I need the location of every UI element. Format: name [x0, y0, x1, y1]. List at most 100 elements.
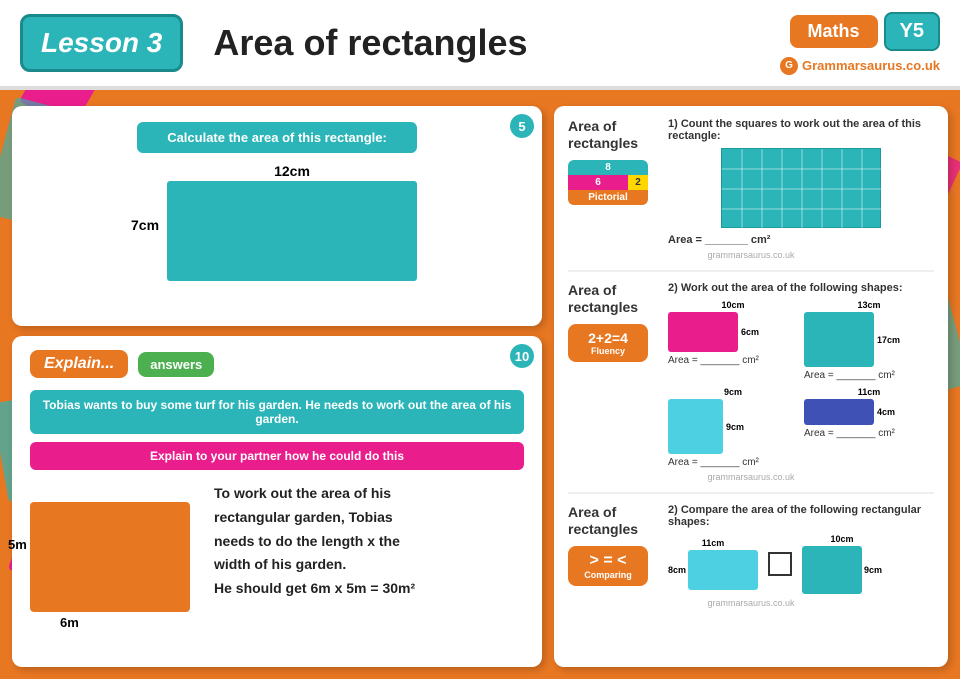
shape3-height: 9cm: [726, 422, 744, 432]
page-title: Area of rectangles: [213, 22, 780, 64]
header-right: Maths Y5 G Grammarsaurus.co.uk: [780, 12, 940, 75]
garden-width-label: 6m: [60, 615, 79, 630]
shape2-area: Area = _______ cm²: [804, 370, 934, 381]
garden-rectangle: [30, 502, 190, 612]
gram-footer-2: grammarsaurus.co.uk: [568, 472, 934, 482]
lesson-badge: Lesson 3: [20, 14, 183, 72]
shape2-width: 13cm: [804, 300, 934, 310]
ws-content-2: 2) Work out the area of the following sh…: [668, 282, 934, 468]
garden-height-label: 5m: [8, 537, 27, 552]
subject-badge: Maths: [790, 15, 878, 48]
rectangle-shape: [167, 181, 417, 281]
compare-shape1-width: 11cm: [668, 538, 758, 548]
compare-shapes: 11cm 8cm 10cm: [668, 534, 934, 594]
ws-question-2: 2) Work out the area of the following sh…: [668, 282, 934, 294]
gram-icon: G: [780, 57, 798, 75]
compare-shape1-row: 8cm: [668, 550, 758, 590]
grid-rectangle: [721, 148, 881, 228]
shapes-grid: 10cm 6cm Area = _______ cm² 13cm: [668, 300, 934, 468]
ws-row-2: Area of rectangles 2+2=4 Fluency 2) Work…: [568, 282, 934, 468]
shape1-width: 10cm: [668, 300, 798, 310]
right-panel: Area of rectangles 8 6 2 Pictorial 1) Co…: [554, 106, 948, 667]
slide-number-5: 5: [510, 114, 534, 138]
left-panel: 5 Calculate the area of this rectangle: …: [12, 106, 542, 667]
fluency-math: 2+2=4: [576, 330, 640, 346]
solution-line2: rectangular garden, Tobias: [214, 509, 393, 525]
calculate-button[interactable]: Calculate the area of this rectangle:: [137, 122, 417, 153]
solution-line5: He should get 6m x 5m = 30m²: [214, 580, 415, 596]
compare-rect-1: [688, 550, 758, 590]
compare-blank-box: [768, 552, 792, 576]
slide2-header: Explain... answers: [30, 350, 524, 378]
width-label: 12cm: [167, 163, 417, 179]
compare-shape-2: 10cm 9cm: [802, 534, 882, 594]
compare-shape2-height: 9cm: [864, 565, 882, 575]
comparing-badge: > = < Comparing: [568, 546, 648, 586]
shape4-height: 4cm: [877, 407, 895, 417]
shape-item-1: 10cm 6cm Area = _______ cm²: [668, 300, 798, 381]
shape-item-2: 13cm 17cm Area = _______ cm²: [804, 300, 934, 381]
shape1-row: 6cm: [668, 312, 798, 352]
shape1-height: 6cm: [741, 327, 759, 337]
compare-rect-2: [802, 546, 862, 594]
worksheet-section-3: Area of rectangles > = < Comparing 2) Co…: [568, 504, 934, 618]
shape4-rect: [804, 399, 874, 425]
comparing-label: Comparing: [576, 570, 640, 580]
shape4-row: 4cm: [804, 399, 934, 425]
worksheet-section-2: Area of rectangles 2+2=4 Fluency 2) Work…: [568, 282, 934, 494]
header: Lesson 3 Area of rectangles Maths Y5 G G…: [0, 0, 960, 90]
compare-shape-1: 11cm 8cm: [668, 538, 758, 590]
shape-item-3: 9cm 9cm Area = _______ cm²: [668, 387, 798, 468]
ws-badge-bot: Pictorial: [568, 190, 648, 205]
compare-shape2-row: 9cm: [802, 546, 882, 594]
solution-line4: width of his garden.: [214, 556, 346, 572]
shape4-width: 11cm: [804, 387, 934, 397]
shape1-area: Area = _______ cm²: [668, 355, 798, 366]
height-label: 7cm: [131, 217, 159, 233]
shape3-area: Area = _______ cm²: [668, 457, 798, 468]
ws-badge-top: 8: [568, 160, 648, 175]
grammarsaurus-text: Grammarsaurus.co.uk: [802, 58, 940, 73]
ws-label-col-3: Area of rectangles > = < Comparing: [568, 504, 658, 586]
grammarsaurus-logo: G Grammarsaurus.co.uk: [780, 57, 940, 75]
ws-badge-mid: 6 2: [568, 175, 648, 190]
compare-shape1-height: 8cm: [668, 565, 686, 575]
ws-label-3: Area of rectangles: [568, 504, 658, 538]
gram-footer-3: grammarsaurus.co.uk: [568, 598, 934, 608]
shape1-rect: [668, 312, 738, 352]
ws-area-answer-1: Area = _______ cm²: [668, 234, 934, 246]
ws-label-col-2: Area of rectangles 2+2=4 Fluency: [568, 282, 658, 362]
ws-badge-1: 8 6 2 Pictorial: [568, 160, 648, 205]
slide-explain: 10 Explain... answers Tobias wants to bu…: [12, 336, 542, 667]
shape2-row: 17cm: [804, 312, 934, 367]
ws-badge-mid-left: 6: [568, 175, 628, 190]
solution-line3: needs to do the length x the: [214, 533, 400, 549]
ws-question-1: 1) Count the squares to work out the are…: [668, 118, 934, 142]
worksheet-section-1: Area of rectangles 8 6 2 Pictorial 1) Co…: [568, 118, 934, 272]
fluency-label: Fluency: [576, 346, 640, 356]
slide2-content: 6m 5m To work out the area of his rectan…: [30, 482, 524, 612]
ws-content-3: 2) Compare the area of the following rec…: [668, 504, 934, 594]
shape3-width: 9cm: [668, 387, 798, 397]
shape3-rect: [668, 399, 723, 454]
ws-question-3: 2) Compare the area of the following rec…: [668, 504, 934, 528]
grid-lines-svg: [722, 149, 882, 229]
subject-row: Maths Y5: [790, 12, 940, 51]
solution-line1: To work out the area of his: [214, 485, 391, 501]
gram-footer-1: grammarsaurus.co.uk: [568, 250, 934, 260]
shape2-height: 17cm: [877, 335, 900, 345]
comparing-icons: > = <: [576, 552, 640, 570]
slide-number-10: 10: [510, 344, 534, 368]
shape3-row: 9cm: [668, 399, 798, 454]
ws-row-1: Area of rectangles 8 6 2 Pictorial 1) Co…: [568, 118, 934, 246]
ws-badge-mid-right: 2: [628, 175, 648, 190]
ws-label-2: Area of rectangles: [568, 282, 658, 316]
explain-badge: Explain...: [30, 350, 128, 378]
ws-content-1: 1) Count the squares to work out the are…: [668, 118, 934, 246]
shape4-area: Area = _______ cm²: [804, 428, 934, 439]
partner-box: Explain to your partner how he could do …: [30, 442, 524, 470]
ws-label-col-1: Area of rectangles 8 6 2 Pictorial: [568, 118, 658, 205]
answers-badge[interactable]: answers: [138, 352, 214, 377]
solution-text: To work out the area of his rectangular …: [204, 482, 524, 601]
compare-shape2-width: 10cm: [802, 534, 882, 544]
